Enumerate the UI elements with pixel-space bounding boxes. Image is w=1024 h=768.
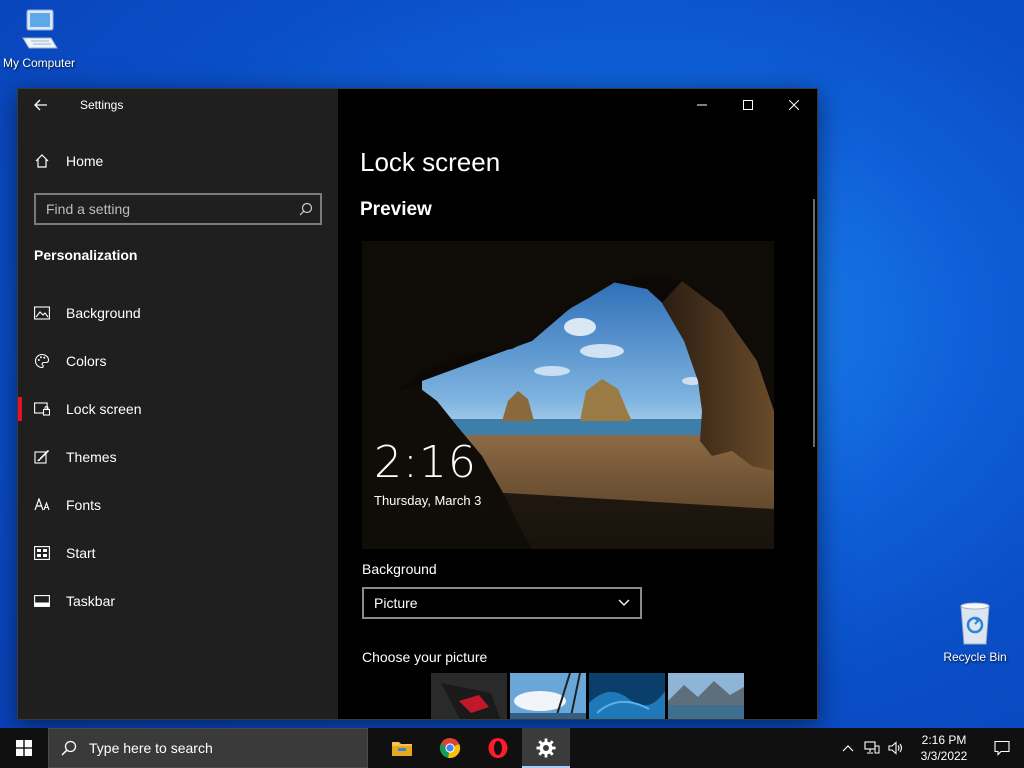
back-button[interactable] (18, 89, 64, 121)
sidebar-item-colors[interactable]: Colors (18, 337, 338, 385)
lock-screen-preview: 2:16 Thursday, March 3 (362, 241, 774, 549)
preview-date: Thursday, March 3 (374, 493, 482, 508)
brush-icon (18, 441, 66, 473)
sidebar-item-fonts[interactable]: Fonts (18, 481, 338, 529)
volume-icon (888, 741, 903, 755)
desktop-icon-recycle-bin[interactable]: Recycle Bin (936, 600, 1014, 664)
desktop-icon-label: Recycle Bin (943, 650, 1007, 664)
search-icon[interactable] (292, 202, 320, 216)
taskbar-clock[interactable]: 2:16 PM 3/3/2022 (908, 732, 980, 764)
close-icon (789, 100, 799, 110)
opera-icon (488, 738, 508, 758)
taskbar-app-opera[interactable] (474, 728, 522, 768)
section-heading: Personalization (34, 247, 138, 263)
start-button[interactable] (0, 728, 48, 768)
nav-home-label: Home (66, 153, 104, 169)
preview-clock: 2:16 (374, 437, 477, 488)
notification-icon (994, 740, 1010, 756)
app-title: Settings (80, 98, 124, 112)
search-icon (61, 740, 77, 756)
sidebar-item-label: Lock screen (66, 401, 142, 417)
chevron-up-icon (842, 745, 854, 752)
taskbar-app-file-explorer[interactable] (378, 728, 426, 768)
taskbar-app-settings[interactable] (522, 728, 570, 768)
picture-thumbnail[interactable] (431, 673, 507, 719)
choose-picture-label: Choose your picture (362, 649, 488, 665)
desktop-icon-my-computer[interactable]: My Computer (0, 8, 78, 70)
page-title: Lock screen (360, 147, 501, 177)
chrome-icon (439, 738, 461, 759)
picture-icon (18, 297, 66, 329)
network-icon (864, 741, 880, 754)
sidebar-item-label: Taskbar (66, 593, 116, 609)
taskbar-icon (18, 585, 66, 617)
back-arrow-icon (34, 99, 47, 111)
taskbar-time: 2:16 PM (921, 733, 967, 747)
taskbar-date: 3/3/2022 (920, 749, 968, 763)
nav-list: Background Colors Lock screen Themes Fon… (18, 289, 338, 625)
sidebar-item-lock-screen[interactable]: Lock screen (18, 385, 338, 433)
sidebar-item-taskbar[interactable]: Taskbar (18, 577, 338, 625)
sidebar-item-label: Background (66, 305, 141, 321)
action-center-button[interactable] (980, 728, 1024, 768)
preview-heading: Preview (360, 199, 432, 220)
maximize-button[interactable] (725, 89, 771, 121)
background-dropdown[interactable]: Picture (362, 587, 642, 619)
minimize-button[interactable] (679, 89, 725, 121)
close-button[interactable] (771, 89, 817, 121)
sidebar-item-start[interactable]: Start (18, 529, 338, 577)
picture-thumbnails (431, 673, 744, 719)
content-scrollbar[interactable] (813, 199, 815, 447)
maximize-icon (743, 100, 753, 110)
content-pane: Lock screen Preview 2:16 Thursday, March… (338, 89, 817, 719)
network-button[interactable] (860, 728, 884, 768)
desktop-icon-label: My Computer (2, 56, 76, 70)
taskbar-search-placeholder: Type here to search (89, 740, 213, 756)
windows-logo-icon (16, 740, 32, 756)
title-bar: Settings (18, 89, 338, 121)
picture-thumbnail[interactable] (668, 673, 744, 719)
taskbar: Type here to search 2:16 PM 3/3/2022 (0, 728, 1024, 768)
monitor-icon (22, 9, 58, 49)
sidebar-item-label: Themes (66, 449, 117, 465)
taskbar-app-chrome[interactable] (426, 728, 474, 768)
minimize-icon (697, 104, 707, 106)
sidebar-item-background[interactable]: Background (18, 289, 338, 337)
palette-icon (18, 345, 66, 377)
picture-thumbnail[interactable] (589, 673, 665, 719)
taskbar-search-box[interactable]: Type here to search (48, 728, 368, 768)
chevron-down-icon (608, 599, 640, 607)
sidebar: Settings Home Personalization Background (18, 89, 338, 719)
background-dropdown-value: Picture (374, 595, 418, 611)
sidebar-item-label: Colors (66, 353, 107, 369)
start-menu-icon (18, 537, 66, 569)
setting-search-input[interactable] (46, 201, 292, 217)
setting-search-box[interactable] (34, 193, 322, 225)
settings-gear-icon (536, 738, 556, 758)
nav-home[interactable]: Home (18, 145, 338, 177)
home-icon (18, 145, 66, 177)
system-tray: 2:16 PM 3/3/2022 (836, 728, 1024, 768)
taskbar-apps (378, 728, 570, 768)
background-label: Background (362, 561, 437, 577)
sidebar-item-label: Fonts (66, 497, 102, 513)
picture-thumbnail[interactable] (510, 673, 586, 719)
recycle-bin-icon (960, 602, 990, 645)
file-explorer-icon (392, 742, 412, 756)
sidebar-item-label: Start (66, 545, 96, 561)
volume-button[interactable] (884, 728, 908, 768)
show-hidden-icons-button[interactable] (836, 728, 860, 768)
font-icon (18, 489, 66, 521)
sidebar-item-themes[interactable]: Themes (18, 433, 338, 481)
settings-window: Settings Home Personalization Background (17, 88, 818, 720)
lock-screen-icon (18, 393, 66, 425)
window-controls (679, 89, 817, 121)
